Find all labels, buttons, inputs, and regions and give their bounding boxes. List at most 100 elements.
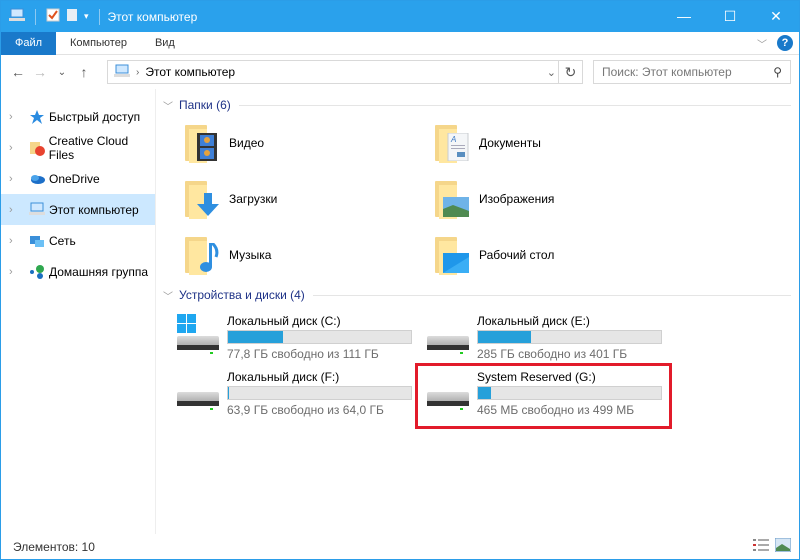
help-icon[interactable]: ? [777,35,793,51]
chevron-right-icon[interactable]: › [9,142,23,154]
sidebar-item-creative-cloud[interactable]: › Creative Cloud Files [1,132,155,163]
folders-grid: Видео A Документы Загрузки Изображения М… [183,115,799,283]
chevron-down-icon[interactable]: ﹀ [163,288,173,303]
windows-logo-icon [177,314,196,333]
minimize-button[interactable]: — [661,1,707,31]
divider [35,8,36,25]
drive-c[interactable]: Локальный диск (C:) 77,8 ГБ свободно из … [177,309,427,365]
recent-locations-button[interactable]: ⌄ [51,67,73,78]
creative-cloud-icon [29,140,45,156]
folders-group-header[interactable]: ﹀ Папки (6) [163,95,799,115]
computer-icon [9,8,25,25]
search-icon[interactable]: ⚲ [773,65,782,79]
title-bar: ▾ Этот компьютер — ☐ ✕ [1,1,799,32]
address-bar[interactable]: › Этот компьютер ⌄ ↻ [107,60,583,84]
sidebar-item-onedrive[interactable]: › OneDrive [1,163,155,194]
tab-computer[interactable]: Компьютер [56,32,141,55]
divider [312,294,791,296]
drive-f[interactable]: Локальный диск (F:) 63,9 ГБ свободно из … [177,365,427,421]
chevron-right-icon[interactable]: › [9,266,23,278]
ribbon: Файл Компьютер Вид ﹀ ? [1,31,799,55]
folder-label: Музыка [229,248,272,262]
folder-label: Видео [229,136,265,150]
sidebar-item-label: OneDrive [49,171,100,186]
hard-drive-icon [177,382,219,412]
chevron-right-icon[interactable]: › [9,204,23,216]
folder-desktop[interactable]: Рабочий стол [433,227,683,283]
maximize-button[interactable]: ☐ [707,1,753,31]
close-button[interactable]: ✕ [753,1,799,31]
sidebar-item-quick-access[interactable]: › Быстрый доступ [1,101,155,132]
computer-icon [29,202,45,218]
chevron-right-icon[interactable]: › [9,111,23,123]
drive-free-space: 285 ГБ свободно из 401 ГБ [477,346,628,361]
homegroup-icon [29,264,45,280]
hard-drive-icon [427,326,469,356]
svg-text:A: A [450,135,456,144]
tab-file[interactable]: Файл [1,31,56,55]
drive-free-space: 77,8 ГБ свободно из 111 ГБ [227,346,379,361]
highlight-box [415,363,672,429]
window-title: Этот компьютер [107,9,198,24]
forward-button[interactable]: → [29,64,51,80]
sidebar-item-label: Сеть [49,233,76,248]
chevron-right-icon[interactable]: › [9,235,23,247]
address-dropdown-icon[interactable]: ⌄ [547,66,556,79]
drive-label: Локальный диск (E:) [477,313,590,328]
chevron-right-icon[interactable]: › [9,173,23,185]
items-count: Элементов: 10 [13,539,95,554]
details-view-icon[interactable] [753,538,769,555]
folder-label: Рабочий стол [479,248,555,262]
folder-label: Загрузки [229,192,278,206]
star-icon [29,109,45,125]
tab-view[interactable]: Вид [141,32,189,55]
usage-bar [227,385,412,400]
navigation-bar: ← → ⌄ ↑ › Этот компьютер ⌄ ↻ Поиск: Этот… [1,55,799,89]
drive-e[interactable]: Локальный диск (E:) 285 ГБ свободно из 4… [427,309,677,365]
breadcrumb-computer[interactable]: Этот компьютер [145,65,235,79]
usage-bar-fill [228,330,283,343]
video-folder-icon [183,123,219,163]
hard-drive-icon [177,314,219,356]
content-pane: ﹀ Папки (6) Видео A Документы Загрузки И… [163,89,799,534]
new-folder-icon[interactable] [66,8,78,25]
usage-bar [477,329,662,344]
folder-music[interactable]: Музыка [183,227,433,283]
properties-icon[interactable] [46,8,60,25]
drive-free-space: 63,9 ГБ свободно из 64,0 ГБ [227,402,384,417]
usage-bar-fill [478,330,532,343]
folder-video[interactable]: Видео [183,115,433,171]
drive-label: Локальный диск (C:) [227,313,341,328]
sidebar-item-this-pc[interactable]: › Этот компьютер [1,194,155,225]
up-button[interactable]: ↑ [73,64,95,80]
folder-documents[interactable]: A Документы [433,115,683,171]
folder-pictures[interactable]: Изображения [433,171,683,227]
pictures-folder-icon [433,179,469,219]
quick-access-toolbar: ▾ [1,8,104,25]
chevron-right-icon[interactable]: › [136,67,139,78]
sidebar-item-network[interactable]: › Сеть [1,225,155,256]
customize-dropdown-icon[interactable]: ▾ [84,11,89,22]
group-title: Папки (6) [179,98,231,112]
back-button[interactable]: ← [7,64,29,80]
sidebar-item-label: Быстрый доступ [49,109,141,124]
downloads-folder-icon [183,179,219,219]
large-icons-view-icon[interactable] [774,537,792,555]
folder-label: Изображения [479,192,555,206]
navigation-pane: › Быстрый доступ › Creative Cloud Files … [1,89,156,534]
chevron-down-icon[interactable]: ﹀ [163,98,173,113]
group-title: Устройства и диски (4) [179,288,305,302]
sidebar-item-label: Creative Cloud Files [48,133,129,162]
drives-group-header[interactable]: ﹀ Устройства и диски (4) [163,285,799,305]
drive-label: Локальный диск (F:) [227,369,340,384]
expand-ribbon-icon[interactable]: ﹀ [757,36,767,51]
search-placeholder: Поиск: Этот компьютер [602,65,732,79]
divider [238,104,791,106]
status-bar: Элементов: 10 [1,534,799,559]
search-input[interactable]: Поиск: Этот компьютер ⚲ [593,60,791,84]
folder-downloads[interactable]: Загрузки [183,171,433,227]
computer-icon [114,64,130,81]
refresh-icon[interactable]: ↻ [558,61,582,83]
sidebar-item-homegroup[interactable]: › Домашняя группа [1,256,155,287]
sidebar-item-label: Домашняя группа [49,264,149,279]
